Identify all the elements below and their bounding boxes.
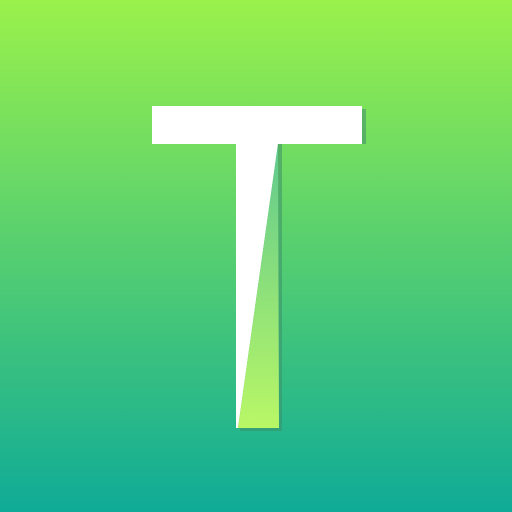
t-letter-icon [0,0,512,512]
letter-t-bar [152,106,362,144]
app-icon: T [0,0,512,512]
